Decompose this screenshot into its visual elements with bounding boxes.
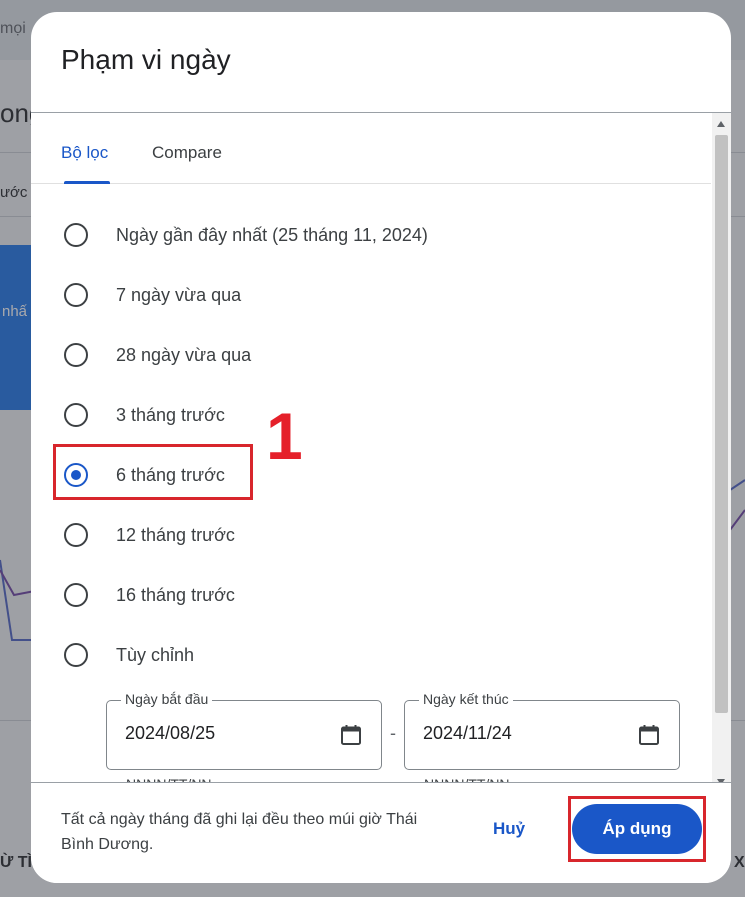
tab-filter[interactable]: Bộ lọc <box>61 143 108 163</box>
radio-button[interactable] <box>64 583 88 607</box>
option-last-28-days[interactable]: 28 ngày vừa qua <box>61 335 661 375</box>
option-label: 3 tháng trước <box>116 405 225 425</box>
dialog-title: Phạm vi ngày <box>61 44 231 75</box>
end-date-field[interactable]: Ngày kết thúc 2024/11/24 <box>404 691 680 770</box>
option-label: 16 tháng trước <box>116 585 235 605</box>
calendar-icon[interactable] <box>637 723 661 747</box>
option-custom[interactable]: Tùy chỉnh <box>61 635 661 675</box>
option-label: Tùy chỉnh <box>116 645 195 665</box>
active-tab-indicator <box>64 181 110 184</box>
end-date-value[interactable]: 2024/11/24 <box>423 723 512 744</box>
radio-button[interactable] <box>64 403 88 427</box>
option-last-16-months[interactable]: 16 tháng trước <box>61 575 661 615</box>
option-label: 12 tháng trước <box>116 525 235 545</box>
option-label: 28 ngày vừa qua <box>116 345 252 365</box>
tab-compare[interactable]: Compare <box>152 143 222 163</box>
cancel-button[interactable]: Huỷ <box>493 819 525 839</box>
option-label: Ngày gần đây nhất (25 tháng 11, 2024) <box>116 225 428 245</box>
end-date-label: Ngày kết thúc <box>419 691 513 707</box>
scrollbar-thumb[interactable] <box>715 135 728 713</box>
option-last-3-months[interactable]: 3 tháng trước <box>61 395 661 435</box>
scrollbar[interactable] <box>712 113 731 793</box>
scroll-up-arrow-icon[interactable] <box>717 121 725 127</box>
option-label: 7 ngày vừa qua <box>116 285 242 305</box>
option-latest-day[interactable]: Ngày gần đây nhất (25 tháng 11, 2024) <box>61 215 661 255</box>
radio-button[interactable] <box>64 643 88 667</box>
start-date-field[interactable]: Ngày bắt đầu 2024/08/25 <box>106 691 382 770</box>
start-date-value[interactable]: 2024/08/25 <box>125 723 215 744</box>
radio-button[interactable] <box>64 343 88 367</box>
tab-bar: Bộ lọc Compare <box>31 113 711 184</box>
radio-button[interactable] <box>64 523 88 547</box>
calendar-icon[interactable] <box>339 723 363 747</box>
dialog-footer: Tất cả ngày tháng đã ghi lại đều theo mú… <box>31 782 731 883</box>
annotation-highlight-box <box>568 796 706 862</box>
radio-button[interactable] <box>64 223 88 247</box>
option-last-7-days[interactable]: 7 ngày vừa qua <box>61 275 661 315</box>
dialog-scroll-content[interactable]: Bộ lọc Compare Ngày gần đây nhất (25 thá… <box>31 113 711 793</box>
radio-button[interactable] <box>64 283 88 307</box>
date-range-separator: - <box>390 723 396 743</box>
timezone-note: Tất cả ngày tháng đã ghi lại đều theo mú… <box>61 811 418 853</box>
date-range-dialog: Phạm vi ngày Bộ lọc Compare Ngày gần đây… <box>31 12 731 883</box>
annotation-highlight-box <box>53 444 253 500</box>
option-last-12-months[interactable]: 12 tháng trước <box>61 515 661 555</box>
start-date-label: Ngày bắt đầu <box>121 691 213 707</box>
annotation-step-number: 1 <box>266 399 303 473</box>
